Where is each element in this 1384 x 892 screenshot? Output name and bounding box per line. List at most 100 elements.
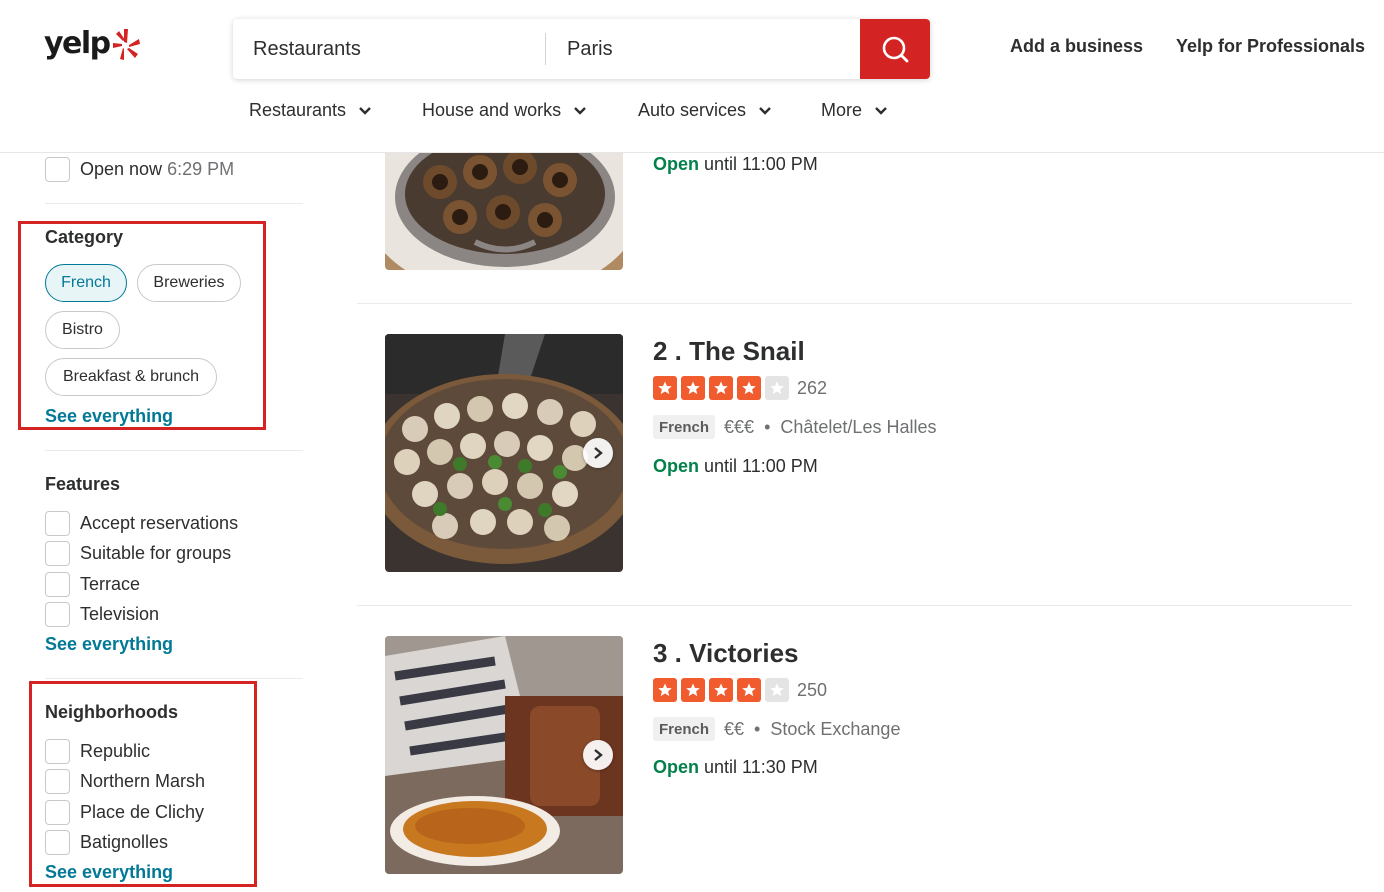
bullet-separator: • — [754, 719, 761, 739]
logo-text: yelp — [44, 26, 111, 61]
yelp-logo[interactable]: yelp — [44, 26, 141, 61]
checkbox[interactable] — [45, 157, 70, 182]
star-icon — [765, 376, 789, 400]
add-business-link[interactable]: Add a business — [1010, 36, 1143, 57]
star-icon — [681, 376, 705, 400]
neighborhood-place-de-clichy[interactable]: Place de Clichy — [45, 800, 204, 825]
yelp-burst-icon — [112, 28, 140, 60]
result-3-photo[interactable] — [385, 636, 623, 874]
feature-terrace[interactable]: Terrace — [45, 572, 140, 597]
star-icon — [709, 376, 733, 400]
category-pill-breweries[interactable]: Breweries — [137, 264, 241, 302]
neighborhood: Châtelet/Les Halles — [780, 417, 937, 437]
checkbox[interactable] — [45, 739, 70, 764]
chevron-down-icon — [359, 106, 371, 115]
neighborhood-batignolles[interactable]: Batignolles — [45, 830, 168, 855]
divider — [45, 203, 303, 204]
result-2-rating — [653, 376, 793, 400]
star-icon — [653, 376, 677, 400]
category-pill-french[interactable]: French — [45, 264, 127, 302]
result-3-review-count[interactable]: 250 — [797, 680, 827, 701]
yelp-for-professionals-link[interactable]: Yelp for Professionals — [1176, 36, 1365, 57]
nav-label: House and works — [422, 100, 562, 120]
filter-label: Television — [80, 604, 160, 624]
price-level: €€€ — [724, 417, 755, 437]
results-divider — [357, 605, 1352, 606]
result-2-photo[interactable] — [385, 334, 623, 572]
checkbox[interactable] — [45, 541, 70, 566]
search-icon — [882, 36, 909, 63]
checkbox[interactable] — [45, 511, 70, 536]
nav-label: More — [821, 100, 863, 120]
open-status: Open — [653, 456, 700, 476]
feature-suitable-for-groups[interactable]: Suitable for groups — [45, 541, 231, 566]
star-icon — [709, 678, 733, 702]
filter-label: Republic — [80, 741, 151, 761]
filter-label: Open now — [80, 159, 163, 179]
nav-restaurants[interactable]: Restaurants — [249, 100, 372, 121]
search-location-input[interactable] — [546, 19, 860, 79]
open-status: Open — [653, 154, 700, 174]
chevron-right-icon — [594, 749, 603, 761]
result-3-hours: Open until 11:30 PM — [653, 757, 818, 778]
price-level: €€ — [724, 719, 745, 739]
neighborhoods-see-everything-link[interactable]: See everything — [45, 862, 173, 883]
nav-house-and-works[interactable]: House and works — [422, 100, 587, 121]
star-icon — [765, 678, 789, 702]
category-pill-bistro[interactable]: Bistro — [45, 311, 120, 349]
divider — [45, 450, 303, 451]
result-2-category-tag[interactable]: French — [653, 415, 716, 439]
results-divider — [357, 303, 1352, 304]
result-3-title[interactable]: 3 . Victories — [653, 638, 799, 669]
chevron-down-icon — [875, 106, 887, 115]
star-icon — [681, 678, 705, 702]
search-button[interactable] — [860, 19, 930, 79]
result-3-meta: €€ • Stock Exchange — [724, 719, 900, 740]
chevron-down-icon — [759, 106, 771, 115]
result-2-hours: Open until 11:00 PM — [653, 456, 818, 477]
search-bar — [233, 19, 930, 79]
checkbox[interactable] — [45, 572, 70, 597]
result-3-category-tag[interactable]: French — [653, 717, 716, 741]
feature-television[interactable]: Television — [45, 602, 159, 627]
nav-auto-services[interactable]: Auto services — [638, 100, 772, 121]
checkbox[interactable] — [45, 769, 70, 794]
nav-label: Restaurants — [249, 100, 347, 120]
next-photo-button[interactable] — [583, 438, 613, 468]
hours-text: until 11:30 PM — [704, 757, 818, 777]
chevron-right-icon — [594, 447, 603, 459]
result-1-hours: Open until 11:00 PM — [653, 154, 818, 175]
divider — [45, 678, 303, 679]
star-icon — [653, 678, 677, 702]
filter-label: Accept reservations — [80, 513, 239, 533]
checkbox[interactable] — [45, 830, 70, 855]
neighborhood-republic[interactable]: Republic — [45, 739, 150, 764]
star-icon — [737, 376, 761, 400]
features-see-everything-link[interactable]: See everything — [45, 634, 173, 655]
chevron-down-icon — [574, 106, 586, 115]
result-2-review-count[interactable]: 262 — [797, 378, 827, 399]
checkbox[interactable] — [45, 602, 70, 627]
result-3-rating — [653, 678, 793, 702]
category-see-everything-link[interactable]: See everything — [45, 406, 173, 427]
star-icon — [737, 678, 761, 702]
neighborhood: Stock Exchange — [770, 719, 901, 739]
checkbox[interactable] — [45, 800, 70, 825]
nav-more[interactable]: More — [821, 100, 888, 121]
nav-label: Auto services — [638, 100, 747, 120]
category-title: Category — [45, 227, 124, 247]
neighborhood-northern-marsh[interactable]: Northern Marsh — [45, 769, 205, 794]
filter-label: Northern Marsh — [80, 771, 206, 791]
feature-accept-reservations[interactable]: Accept reservations — [45, 511, 238, 536]
result-2-meta: €€€ • Châtelet/Les Halles — [724, 417, 936, 438]
category-pill-breakfast-brunch[interactable]: Breakfast & brunch — [45, 358, 217, 396]
filter-label: Terrace — [80, 574, 141, 594]
result-2-title[interactable]: 2 . The Snail — [653, 336, 805, 367]
search-find-input[interactable] — [233, 19, 545, 79]
filter-label: Suitable for groups — [80, 543, 232, 563]
next-photo-button[interactable] — [583, 740, 613, 770]
open-status: Open — [653, 757, 700, 777]
filter-label: Place de Clichy — [80, 802, 205, 822]
neighborhoods-title: Neighborhoods — [45, 702, 178, 722]
filter-open-now[interactable]: Open now 6:29 PM — [45, 157, 234, 182]
